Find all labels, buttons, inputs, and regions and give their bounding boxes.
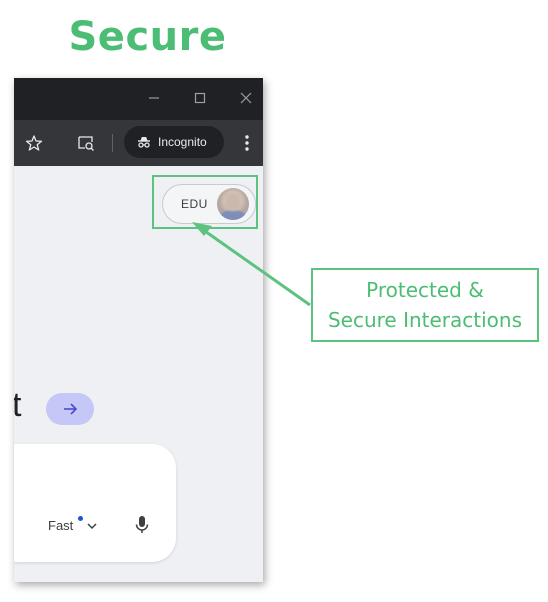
highlight-box	[152, 175, 258, 229]
more-vert-icon[interactable]	[240, 132, 254, 154]
callout-line-1: Protected &	[366, 278, 484, 302]
browser-toolbar: Incognito	[14, 120, 263, 166]
toolbar-divider	[112, 134, 113, 152]
heading-title: Secure	[68, 14, 227, 60]
title-bar	[14, 78, 263, 120]
callout-line-2: Secure Interactions	[327, 308, 523, 332]
chevron-down-icon[interactable]	[86, 520, 98, 532]
callout-box: Protected & Secure Interactions	[311, 268, 539, 342]
maximize-icon[interactable]	[190, 88, 210, 108]
mode-selector-label[interactable]: Fast	[48, 518, 73, 533]
minimize-icon[interactable]	[144, 88, 164, 108]
search-card[interactable]: Fast	[14, 444, 176, 562]
go-button[interactable]	[46, 393, 94, 425]
incognito-icon	[136, 134, 152, 150]
incognito-button[interactable]: Incognito	[124, 126, 224, 158]
close-icon[interactable]	[236, 88, 256, 108]
incognito-label: Incognito	[158, 135, 207, 149]
star-icon[interactable]	[24, 133, 44, 153]
mic-icon[interactable]	[134, 514, 150, 536]
search-page-icon[interactable]	[76, 133, 96, 153]
arrow-right-icon	[64, 403, 78, 415]
heading-fragment: t	[14, 386, 22, 424]
browser-window: Incognito EDU t Fast	[14, 78, 263, 582]
mode-indicator-dot	[78, 516, 83, 521]
